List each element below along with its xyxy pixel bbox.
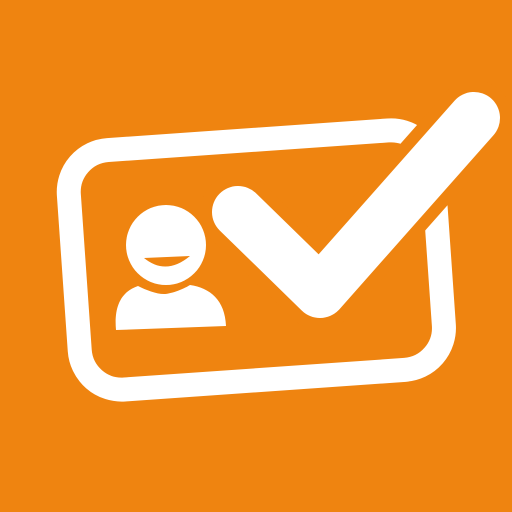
app-icon-graphic: [0, 0, 512, 512]
person-head: [126, 205, 206, 285]
app-icon: [0, 0, 512, 512]
